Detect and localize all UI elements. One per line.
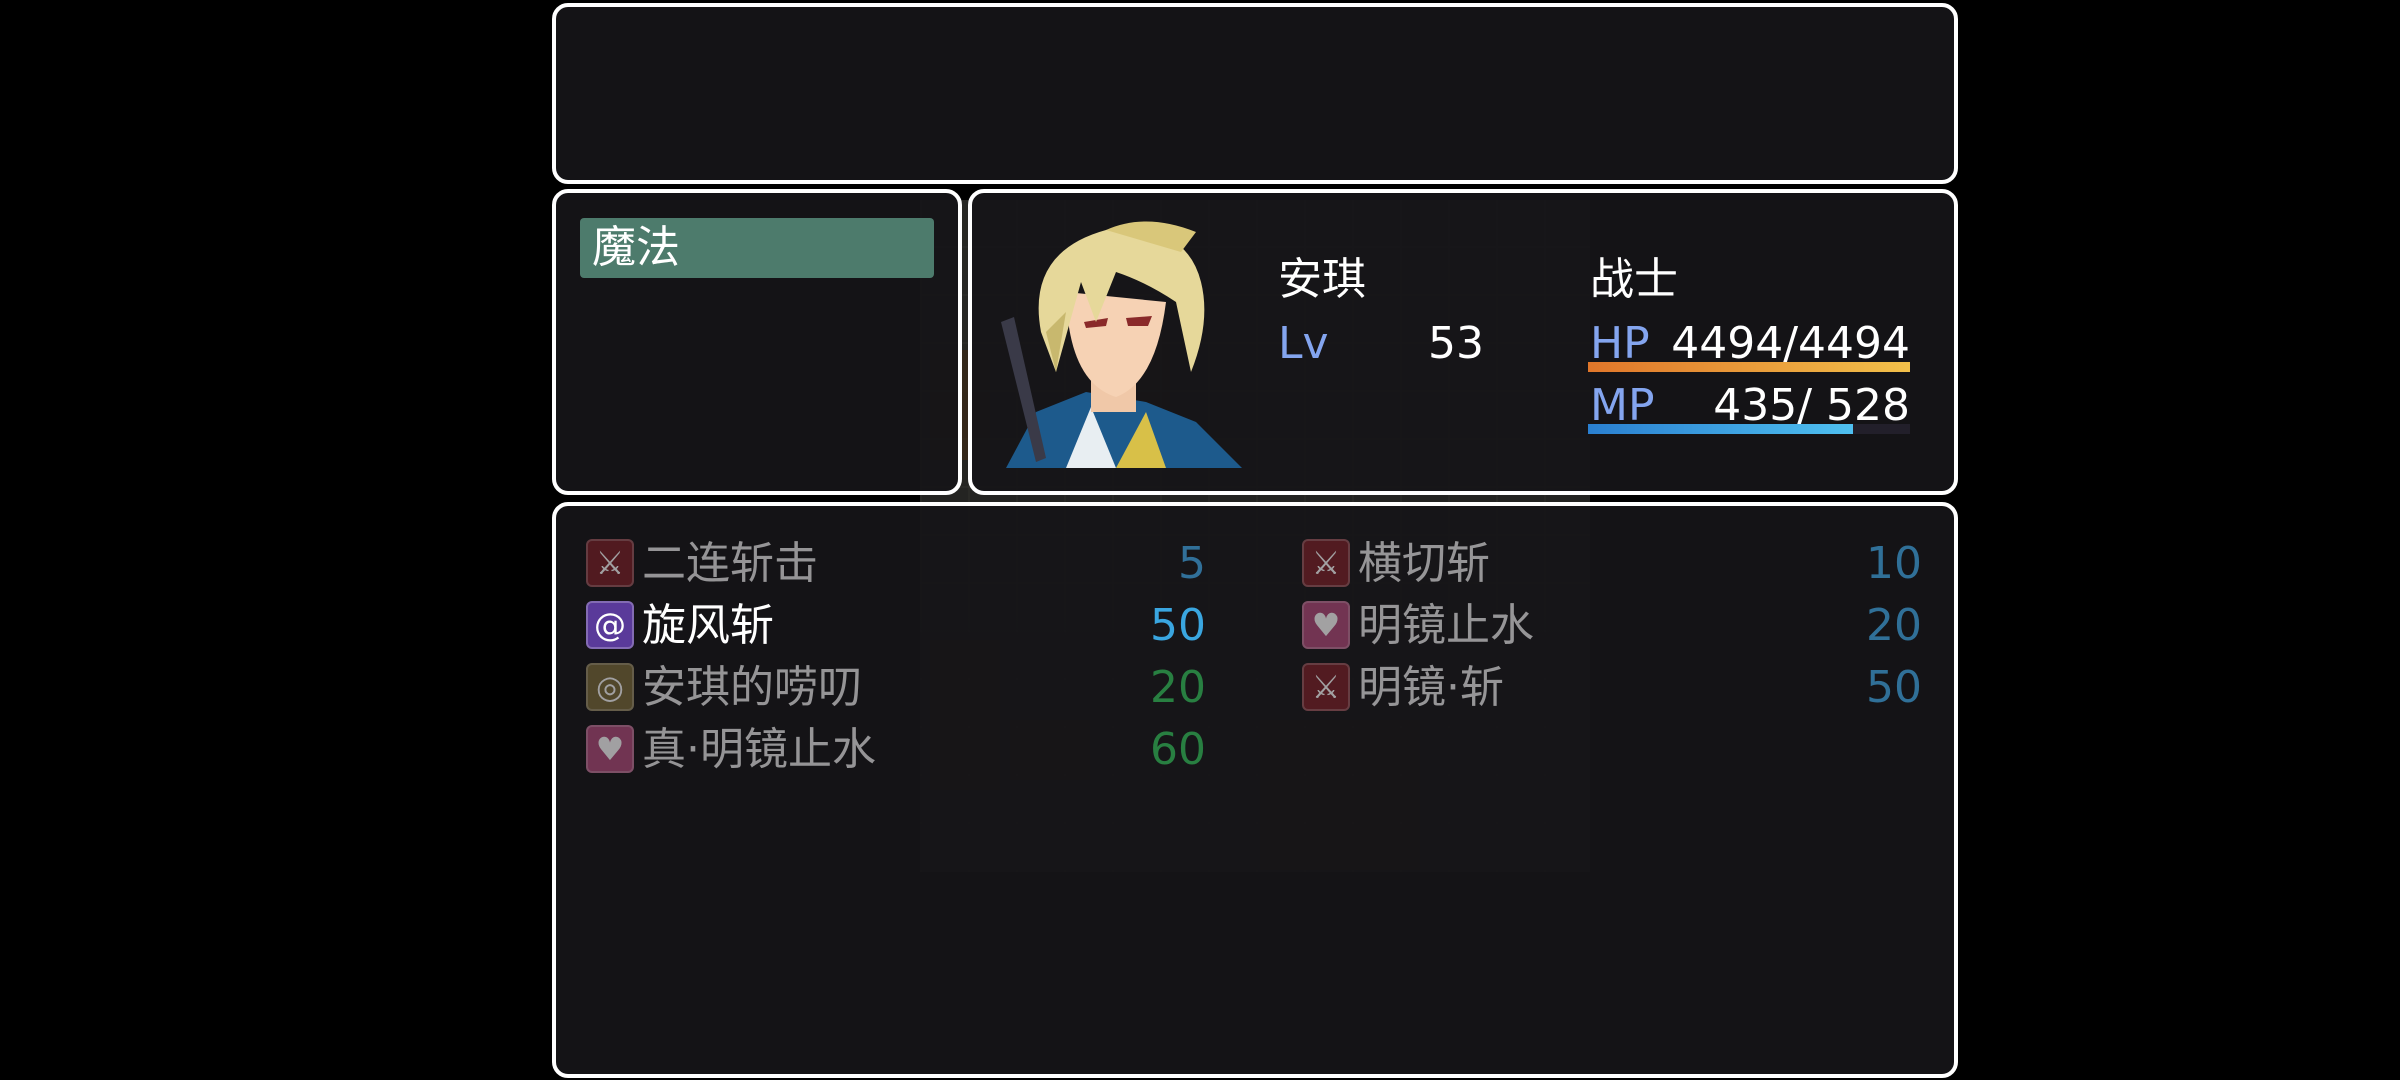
skill-type-magic[interactable]: 魔法: [580, 218, 934, 278]
skill-item[interactable]: ◎ 安琪的唠叨 20: [586, 659, 1206, 717]
whirlwind-icon: @: [586, 601, 634, 649]
skill-cost: 60: [1150, 724, 1206, 775]
sword-slash-icon: ⚔: [1302, 663, 1350, 711]
actor-name: 安琪: [1278, 254, 1366, 305]
skill-name: 明镜止水: [1358, 600, 1534, 651]
skill-cost: 20: [1866, 600, 1922, 651]
sword-slash-icon: ⚔: [586, 539, 634, 587]
skill-item[interactable]: ⚔ 横切斩 10: [1302, 535, 1922, 593]
heart-icon: ♥: [586, 725, 634, 773]
skill-cost: 5: [1178, 538, 1206, 589]
hp-gauge-fill: [1588, 362, 1910, 372]
actor-portrait: [996, 212, 1242, 468]
heart-icon: ♥: [1302, 601, 1350, 649]
skill-name: 二连斩击: [642, 538, 818, 589]
mp-gauge-fill: [1588, 424, 1854, 434]
skill-cost: 10: [1866, 538, 1922, 589]
skill-cost: 50: [1866, 662, 1922, 713]
skill-name: 安琪的唠叨: [642, 662, 862, 713]
actor-class: 战士: [1590, 254, 1678, 305]
level-value: 53: [1428, 318, 1484, 369]
skill-item[interactable]: @ 旋风斩 50: [586, 597, 1206, 655]
skill-cost: 50: [1150, 600, 1206, 651]
skill-item[interactable]: ⚔ 明镜·斩 50: [1302, 659, 1922, 717]
mp-gauge: [1588, 424, 1910, 434]
skill-name: 明镜·斩: [1358, 662, 1504, 713]
skill-item[interactable]: ⚔ 二连斩击 5: [586, 535, 1206, 593]
skill-name: 横切斩: [1358, 538, 1490, 589]
level-label: Lv: [1278, 318, 1329, 369]
skill-item[interactable]: ♥ 真·明镜止水 60: [586, 721, 1206, 779]
target-icon: ◎: [586, 663, 634, 711]
sword-slash-icon: ⚔: [1302, 539, 1350, 587]
skill-cost: 20: [1150, 662, 1206, 713]
help-window: [552, 3, 1958, 184]
hp-gauge: [1588, 362, 1910, 372]
skill-item[interactable]: ♥ 明镜止水 20: [1302, 597, 1922, 655]
skill-name: 旋风斩: [642, 600, 774, 651]
skill-name: 真·明镜止水: [642, 724, 876, 775]
